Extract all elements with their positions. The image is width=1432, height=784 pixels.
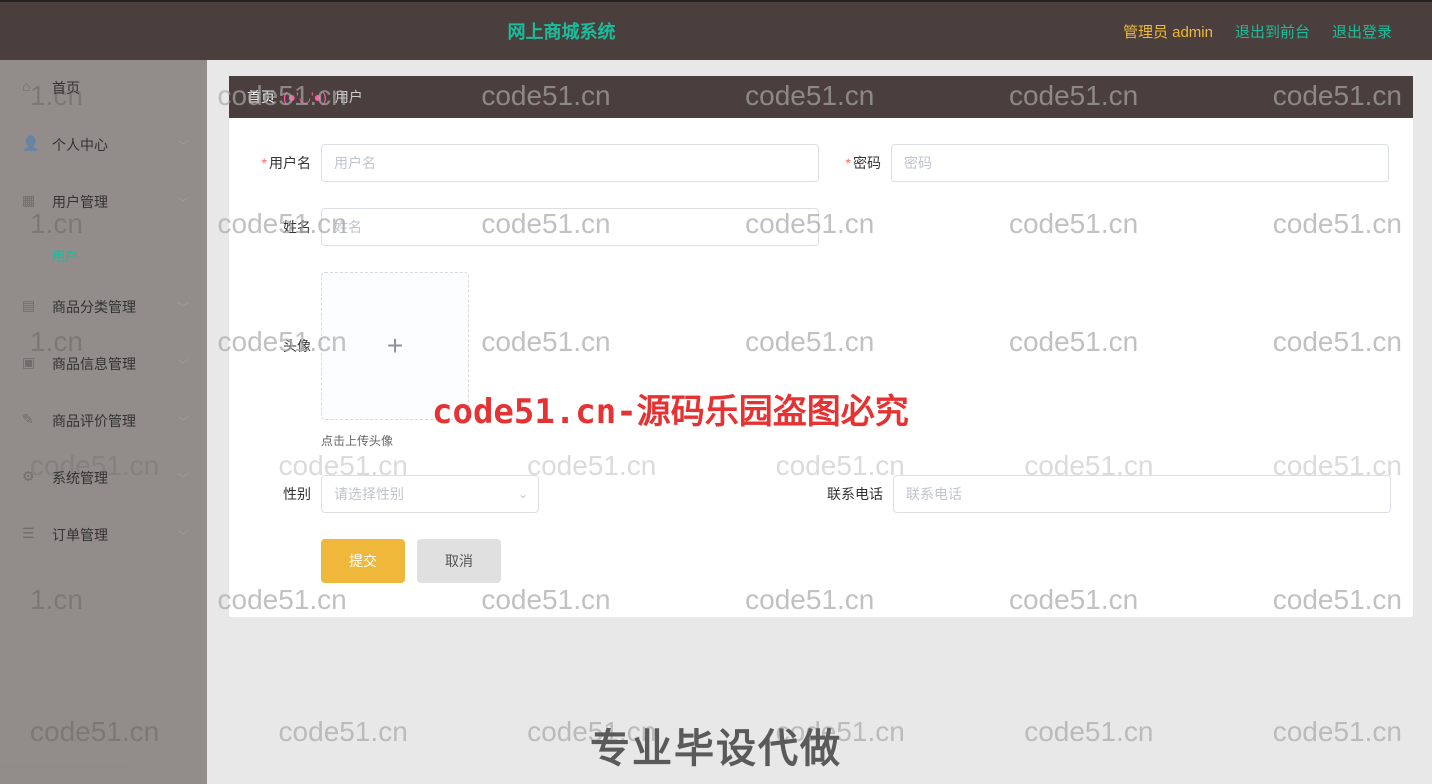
chevron-down-icon: ﹀ [177, 137, 189, 154]
gender-label: 性别 [251, 475, 321, 513]
chevron-down-icon: ﹀ [177, 299, 189, 316]
sidebar-item-profile[interactable]: 👤 个人中心 ﹀ [0, 117, 207, 174]
product-icon: ▣ [22, 354, 42, 374]
sidebar-item-system-mgmt[interactable]: ⚙ 系统管理 ﹀ [0, 450, 207, 507]
password-label: *密码 [821, 144, 891, 182]
app-title: 网上商城系统 [0, 18, 1123, 44]
sidebar-item-order-mgmt[interactable]: ☰ 订单管理 ﹀ [0, 507, 207, 564]
sidebar-item-label: 用户管理 [52, 192, 108, 212]
avatar-upload-wrapper: + 点击上传头像 [321, 272, 469, 449]
form-buttons: 提交 取消 [251, 539, 1391, 583]
user-icon: 👤 [22, 135, 42, 155]
chevron-down-icon: ﹀ [177, 356, 189, 373]
name-input[interactable] [321, 208, 819, 246]
order-icon: ☰ [22, 525, 42, 545]
avatar-upload-hint: 点击上传头像 [321, 432, 469, 449]
gender-select[interactable]: 请选择性别 ⌄ [321, 475, 539, 513]
submit-button[interactable]: 提交 [321, 539, 405, 583]
system-icon: ⚙ [22, 468, 42, 488]
content-panel: 首页 (●'◡'●) 用户 *用户名 *密码 [229, 76, 1413, 617]
phone-input[interactable] [893, 475, 1391, 513]
username-input[interactable] [321, 144, 819, 182]
sidebar-item-product-mgmt[interactable]: ▣ 商品信息管理 ﹀ [0, 336, 207, 393]
chevron-down-icon: ⌄ [518, 487, 528, 501]
plus-icon: + [387, 330, 403, 362]
home-icon: ⌂ [22, 78, 42, 98]
avatar-upload[interactable]: + [321, 272, 469, 420]
sidebar-item-label: 系统管理 [52, 468, 108, 488]
sidebar: ⌂ 首页 👤 个人中心 ﹀ ▦ 用户管理 ﹀ 用户 ▤ 商品分类管理 ﹀ ▣ 商… [0, 60, 207, 784]
phone-label: 联系电话 [803, 475, 893, 513]
sidebar-item-review-mgmt[interactable]: ✎ 商品评价管理 ﹀ [0, 393, 207, 450]
breadcrumb: 首页 (●'◡'●) 用户 [229, 76, 1413, 118]
sidebar-item-category-mgmt[interactable]: ▤ 商品分类管理 ﹀ [0, 279, 207, 336]
sidebar-item-home[interactable]: ⌂ 首页 [0, 60, 207, 117]
avatar-label: 头像 [251, 272, 321, 420]
cancel-button[interactable]: 取消 [417, 539, 501, 583]
logout-front-link[interactable]: 退出到前台 [1235, 21, 1310, 42]
sidebar-item-label: 订单管理 [52, 525, 108, 545]
top-header: 网上商城系统 管理员 admin 退出到前台 退出登录 [0, 0, 1432, 60]
users-icon: ▦ [22, 192, 42, 212]
sidebar-item-label: 商品分类管理 [52, 297, 136, 317]
admin-link[interactable]: 管理员 admin [1123, 21, 1213, 42]
sidebar-item-label: 个人中心 [52, 135, 108, 155]
user-form: *用户名 *密码 姓名 头像 [229, 118, 1413, 617]
sidebar-item-label: 首页 [52, 78, 80, 98]
chevron-down-icon: ﹀ [177, 413, 189, 430]
category-icon: ▤ [22, 297, 42, 317]
breadcrumb-emoji: (●'◡'●) [283, 89, 327, 106]
gender-placeholder: 请选择性别 [334, 484, 404, 504]
review-icon: ✎ [22, 411, 42, 431]
sidebar-item-label: 商品评价管理 [52, 411, 136, 431]
sidebar-item-user-mgmt[interactable]: ▦ 用户管理 ﹀ [0, 174, 207, 231]
breadcrumb-home[interactable]: 首页 [247, 87, 275, 107]
chevron-down-icon: ﹀ [177, 470, 189, 487]
logout-link[interactable]: 退出登录 [1332, 21, 1392, 42]
chevron-down-icon: ﹀ [177, 527, 189, 544]
sidebar-subitem-user[interactable]: 用户 [0, 231, 207, 279]
chevron-down-icon: ﹀ [177, 194, 189, 211]
name-label: 姓名 [251, 208, 321, 246]
sidebar-item-label: 商品信息管理 [52, 354, 136, 374]
header-right-links: 管理员 admin 退出到前台 退出登录 [1123, 21, 1392, 42]
password-input[interactable] [891, 144, 1389, 182]
main-area: 首页 (●'◡'●) 用户 *用户名 *密码 [207, 60, 1432, 784]
username-label: *用户名 [251, 144, 321, 182]
breadcrumb-current: 用户 [335, 87, 363, 107]
